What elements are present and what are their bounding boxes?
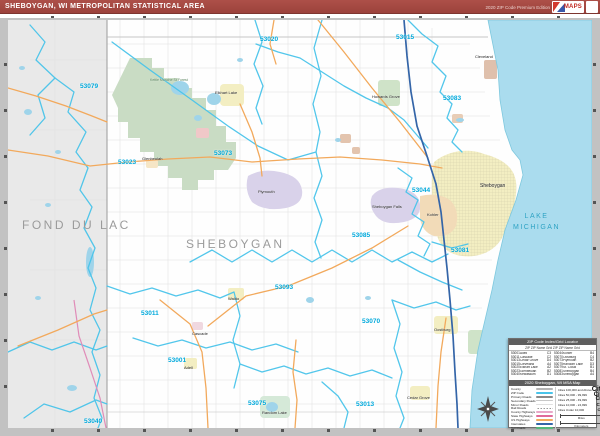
st-anna-urban: [196, 128, 209, 138]
cedar-grove-urban: [410, 386, 430, 400]
legend-swatch: [535, 415, 553, 417]
forest-lake: [171, 81, 189, 95]
legend-item: Toll Roads: [511, 426, 553, 430]
legend-box: ZIP Code Index/Grid Locator ZIP ZIP Name…: [508, 338, 600, 431]
legend-symbol-list: County ZIP Code Primary Roads Secondary …: [511, 387, 553, 431]
legend-swatch: [535, 399, 553, 402]
logo-side-panel: [586, 1, 598, 13]
legend-swatch: [535, 403, 553, 406]
fond-du-lac-area: [8, 20, 107, 428]
rural-patch: [352, 147, 360, 154]
frame-ruler-left: [0, 18, 8, 436]
glenbeulah-urban: [146, 160, 158, 168]
legend-swatch: [535, 407, 553, 410]
legend-swatch: [535, 388, 553, 390]
rural-patch: [340, 134, 351, 143]
howards-grove-area: [378, 80, 400, 106]
legend-city-sizes: Cities 100,000 and AboveCity Cities 50,0…: [554, 386, 600, 431]
title-bar: SHEBOYGAN, WI METROPOLITAN STATISTICAL A…: [0, 0, 600, 14]
marketmaps-logo: MAPS: [552, 1, 584, 13]
sheboygan-falls-urban: [370, 187, 421, 224]
scale-bar: Kilometers: [558, 421, 600, 428]
legend-swatch: [535, 395, 553, 398]
page-title: SHEBOYGAN, WI METROPOLITAN STATISTICAL A…: [5, 3, 205, 10]
scale-line: [559, 421, 600, 426]
cascade-urban: [192, 322, 203, 330]
legend-swatch: [535, 427, 553, 429]
logo-text: MAPS: [563, 4, 582, 10]
zip-index-row: 53040 Kewaskum D1: [511, 372, 551, 377]
adell-urban: [184, 358, 197, 369]
legend-swatch: [535, 392, 553, 394]
map-drawing: [8, 20, 592, 428]
scale-bar: Miles: [558, 413, 600, 420]
edition-label: 2020 ZIP Code Premium Edition: [485, 5, 550, 10]
map-canvas: 53020 53015 53079 53083 53023 53073 53044 53085…: [8, 20, 592, 428]
legend-body: County ZIP Code Primary Roads Secondary …: [509, 386, 600, 432]
map-poster: SHEBOYGAN, WI METROPOLITAN STATISTICAL A…: [0, 0, 600, 436]
elkhart-lake-urban: [220, 84, 244, 106]
zip-index-table: 53001 Adell C3 53011 Cascade C2 53013 Cedar G…: [509, 351, 596, 380]
legend-swatch: [535, 423, 553, 425]
city-size-row: Cities Under 10,000City: [558, 408, 600, 413]
legend-swatch: [535, 411, 553, 414]
zip-index-row: 53083 Sheboygan A4: [554, 372, 594, 377]
cleveland-urban: [484, 60, 497, 79]
scale-line: [559, 413, 600, 418]
legend-swatch: [535, 419, 553, 421]
city-size-row: Cities 50,000 - 99,999City: [558, 392, 600, 398]
